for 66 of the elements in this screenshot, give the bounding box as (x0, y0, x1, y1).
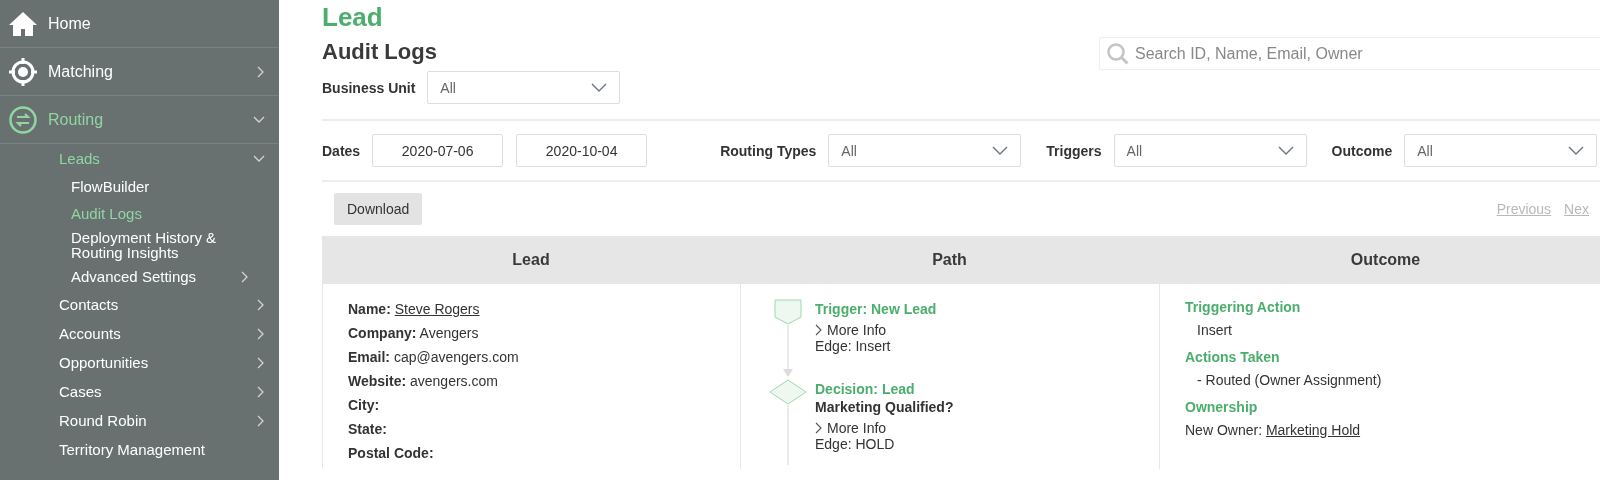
diamond-icon (769, 379, 807, 405)
edge-text: Edge: Insert (815, 338, 892, 354)
section-text: Insert (1196, 322, 1233, 338)
download-button[interactable]: Download (334, 193, 423, 225)
lead-field: Postal Code: (348, 445, 740, 469)
chevron-down-icon[interactable] (992, 145, 1009, 156)
dropdown[interactable]: All (1404, 134, 1598, 167)
dropdown[interactable]: All (828, 134, 1022, 167)
search-icon (1106, 42, 1130, 66)
lead-field: City: (348, 397, 740, 421)
filter-label: Dates (322, 142, 361, 159)
sidebar-item[interactable]: Home (48, 14, 265, 33)
section-heading: Actions Taken (1185, 349, 1281, 365)
sidebar-item[interactable]: Deployment History & Routing Insights (71, 230, 241, 260)
swap-arrows-icon (8, 104, 38, 135)
sidebar-item[interactable]: Contacts (59, 296, 257, 313)
dropdown[interactable]: All (427, 71, 621, 104)
section-heading: Triggering Action (1185, 299, 1302, 315)
search-field[interactable]: Search ID, Name, Email, Owner (1099, 37, 1600, 70)
home-icon (8, 9, 38, 38)
sidebar-item[interactable]: Advanced Settings (71, 269, 241, 284)
section-text: - Routed (Owner Assignment) (1196, 372, 1383, 388)
sidebar-item[interactable]: Audit Logs (71, 206, 241, 221)
page-title: Audit Logs (322, 39, 438, 65)
more-info-link[interactable]: More Info (827, 420, 887, 436)
sidebar-item[interactable]: Routing (48, 110, 243, 129)
chevron-down-icon[interactable] (1568, 145, 1585, 156)
section-heading: Ownership (1185, 399, 1259, 415)
more-info-link[interactable]: More Info (827, 322, 887, 338)
sidebar-item[interactable]: FlowBuilder (71, 179, 241, 194)
target-icon (8, 56, 38, 87)
date-field[interactable]: 2020-10-04 (516, 134, 648, 167)
sidebar-item[interactable]: Territory Management (59, 441, 265, 458)
sidebar-item[interactable]: Cases (59, 383, 257, 400)
sidebar-item[interactable]: Matching (48, 62, 247, 81)
step-title: Decision: Lead (815, 381, 916, 397)
lead-field: Name: Steve Rogers (348, 301, 740, 325)
filter-label: Business Unit (322, 79, 416, 96)
edge-text: Edge: HOLD (815, 436, 896, 452)
column-header: Outcome (1349, 251, 1422, 269)
chevron-right-icon[interactable] (815, 324, 822, 336)
column-header: Lead (511, 251, 551, 269)
lead-field: Website: avengers.com (348, 373, 740, 397)
owner-label: New Owner: (1185, 422, 1263, 438)
lead-field: State: (348, 421, 740, 445)
date-field[interactable]: 2020-07-06 (372, 134, 504, 167)
chevron-down-icon[interactable] (591, 82, 608, 93)
step-title: Trigger: New Lead (815, 301, 937, 317)
object-title: Lead (322, 2, 384, 33)
lead-field: Email: cap@avengers.com (348, 349, 740, 373)
chevron-right-icon[interactable] (815, 422, 822, 434)
sidebar-item[interactable]: Opportunities (59, 354, 257, 371)
filter-label: Outcome (1331, 142, 1393, 159)
filter-label: Triggers (1046, 142, 1102, 159)
dropdown[interactable]: All (1113, 134, 1307, 167)
column-header: Path (931, 251, 968, 269)
sidebar-item[interactable]: Accounts (59, 325, 257, 342)
chevron-down-icon[interactable] (1277, 145, 1294, 156)
filter-label: Routing Types (720, 142, 817, 159)
owner-link[interactable]: Marketing Hold (1265, 422, 1361, 438)
sidebar-item[interactable]: Leads (59, 150, 253, 167)
sidebar-item[interactable]: Round Robin (59, 412, 257, 429)
step-subtitle: Marketing Qualified? (815, 399, 954, 415)
trigger-shape-icon (774, 299, 802, 325)
lead-field: Company: Avengers (348, 325, 740, 349)
flow-arrow (782, 325, 794, 379)
